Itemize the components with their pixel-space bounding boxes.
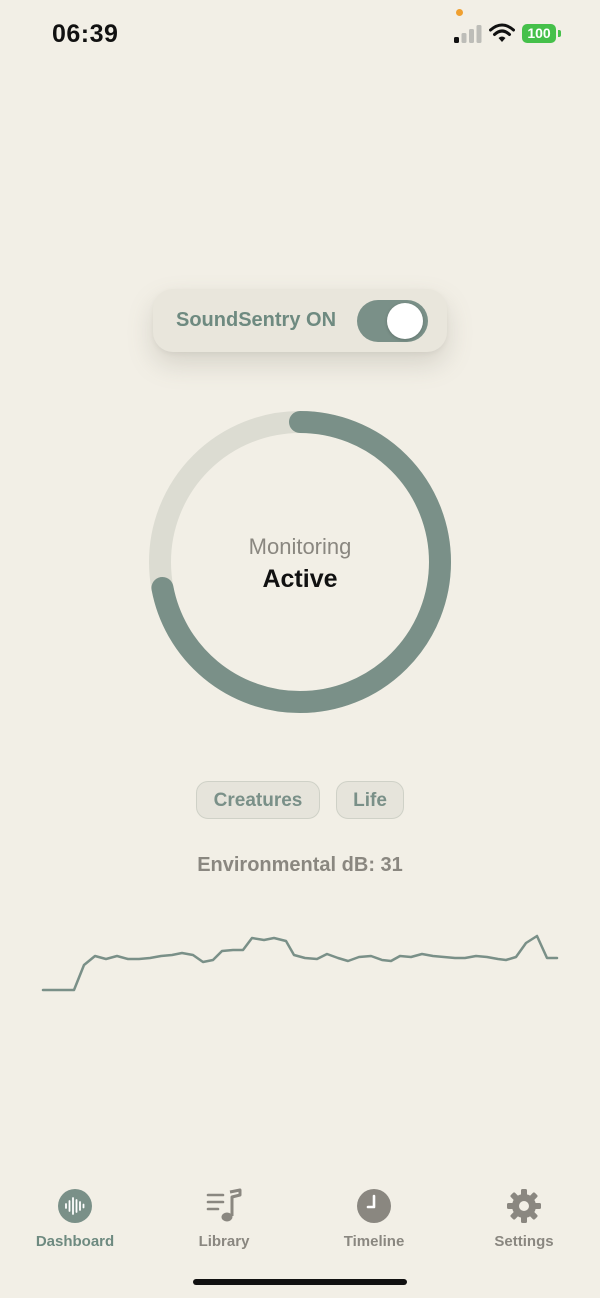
tab-dashboard-label: Dashboard	[35, 1233, 115, 1250]
gear-icon	[507, 1189, 541, 1223]
monitoring-ring: Monitoring Active	[148, 410, 452, 714]
music-list-icon	[206, 1188, 242, 1222]
toggle-label: SoundSentry ON	[176, 309, 337, 331]
tab-settings[interactable]: Settings	[449, 1188, 599, 1250]
tab-timeline[interactable]: Timeline	[299, 1188, 449, 1250]
sound-level-sparkline	[41, 934, 559, 992]
monitoring-status: Active	[262, 565, 338, 593]
chip-creatures[interactable]: Creatures	[196, 781, 320, 819]
tab-timeline-label: Timeline	[343, 1233, 405, 1250]
battery-tip	[558, 30, 561, 37]
waveform-icon	[58, 1189, 92, 1223]
environmental-db-label: Environmental dB: 31	[197, 854, 403, 876]
soundsentry-toggle-switch[interactable]	[357, 300, 428, 342]
clock-icon	[357, 1189, 391, 1223]
home-indicator	[193, 1279, 407, 1285]
tab-dashboard[interactable]: Dashboard	[0, 1188, 150, 1250]
battery-icon: 100	[522, 24, 556, 43]
toggle-knob	[387, 303, 423, 339]
privacy-indicator-dot	[456, 9, 463, 16]
sound-level-line	[41, 934, 559, 992]
chip-life[interactable]: Life	[336, 781, 404, 819]
wifi-icon	[489, 23, 515, 42]
signal-icon	[454, 25, 482, 43]
monitoring-ring-graphic	[149, 411, 451, 713]
tab-settings-label: Settings	[494, 1233, 554, 1250]
monitoring-label: Monitoring	[248, 534, 352, 559]
tab-library[interactable]: Library	[149, 1188, 299, 1250]
tab-library-label: Library	[198, 1233, 250, 1250]
soundsentry-toggle-card: SoundSentry ON	[153, 289, 447, 352]
status-time: 06:39	[52, 20, 119, 48]
